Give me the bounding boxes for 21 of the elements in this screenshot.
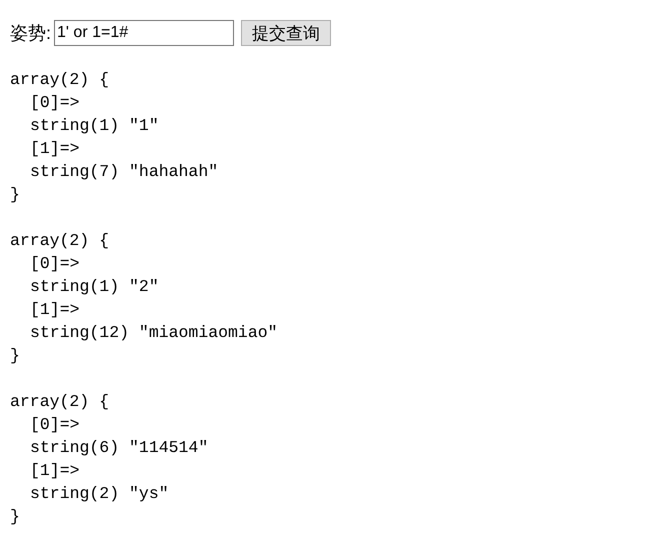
dump-line: array(2) { <box>10 69 110 91</box>
dump-line: [1]=> <box>29 460 80 482</box>
dump-line: } <box>10 506 20 528</box>
field-label: 姿势: <box>10 22 52 45</box>
dump-line: string(2) "ys" <box>29 483 169 505</box>
dump-line: array(2) { <box>10 230 110 252</box>
dump-line: } <box>10 184 20 206</box>
dump-line: [0]=> <box>29 414 80 436</box>
dump-line: } <box>10 345 20 367</box>
dump-line: array(2) { <box>10 391 110 413</box>
dump-line: string(6) "114514" <box>29 437 208 459</box>
dump-line: string(12) "miaomiaomiao" <box>29 322 278 344</box>
input-field[interactable]: 1' or 1=1# <box>54 20 234 46</box>
dump-line: [1]=> <box>29 299 80 321</box>
dump-line: string(7) "hahahah" <box>29 161 218 183</box>
dump-line: [0]=> <box>29 92 80 114</box>
dump-line: [1]=> <box>29 138 80 160</box>
dump-line: string(1) "2" <box>29 276 159 298</box>
submit-button[interactable]: 提交查询 <box>241 20 332 46</box>
dump-line: string(1) "1" <box>29 115 159 137</box>
dump-line: [0]=> <box>29 253 80 275</box>
